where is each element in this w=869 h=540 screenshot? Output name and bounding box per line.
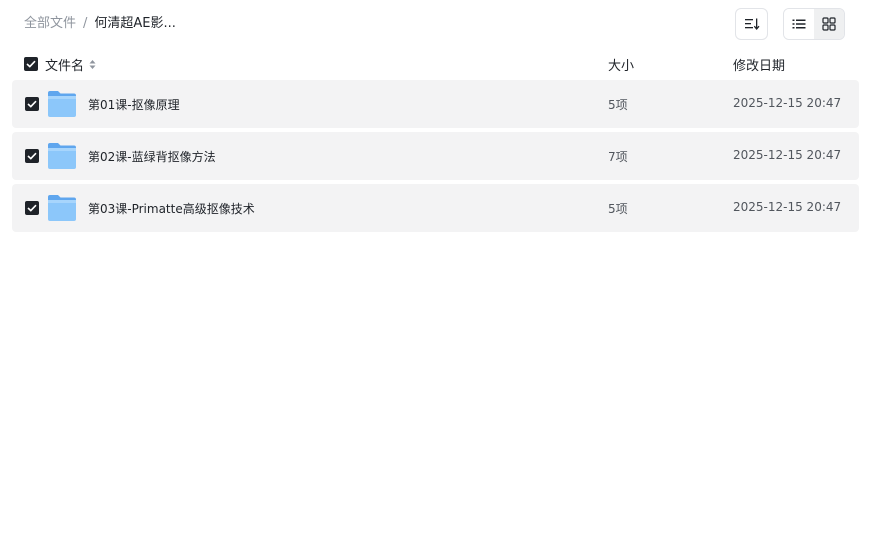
breadcrumb-root-link[interactable]: 全部文件 <box>24 15 76 33</box>
folder-icon <box>48 91 76 117</box>
folder-icon <box>48 143 76 169</box>
top-bar: 全部文件 / 何清超AE影... <box>0 0 869 48</box>
breadcrumb-separator: / <box>83 16 88 31</box>
file-size: 5项 <box>608 202 628 216</box>
folder-icon <box>48 195 76 221</box>
file-row[interactable]: 第02课-蓝绿背抠像方法 7项 2025-12-15 20:47 <box>12 132 859 180</box>
list-view-icon <box>792 19 806 29</box>
file-modified-date: 2025-12-15 20:47 <box>733 148 842 162</box>
name-column-header[interactable]: 文件名 <box>45 55 96 74</box>
file-row[interactable]: 第03课-Primatte高级抠像技术 5项 2025-12-15 20:47 <box>12 184 859 232</box>
file-row[interactable]: 第01课-抠像原理 5项 2025-12-15 20:47 <box>12 80 859 128</box>
view-toggle <box>783 8 845 40</box>
sort-icon <box>744 18 759 31</box>
file-size: 7项 <box>608 150 628 164</box>
file-name: 第02课-蓝绿背抠像方法 <box>88 150 216 164</box>
file-name: 第01课-抠像原理 <box>88 98 180 112</box>
sort-button[interactable] <box>735 8 768 40</box>
file-name: 第03课-Primatte高级抠像技术 <box>88 202 255 216</box>
row-checkbox[interactable] <box>25 201 39 215</box>
grid-view-button[interactable] <box>814 9 844 39</box>
file-modified-date: 2025-12-15 20:47 <box>733 200 842 214</box>
list-header: 文件名 大小 修改日期 <box>12 52 859 76</box>
checkmark-icon <box>26 60 36 68</box>
select-all-checkbox[interactable] <box>24 57 38 71</box>
size-column-header: 大小 <box>608 59 635 74</box>
file-size: 5项 <box>608 98 628 112</box>
checkmark-icon <box>27 100 37 108</box>
breadcrumb: 全部文件 / 何清超AE影... <box>24 15 176 33</box>
checkmark-icon <box>27 204 37 212</box>
date-column-header: 修改日期 <box>733 59 786 74</box>
file-modified-date: 2025-12-15 20:47 <box>733 96 842 110</box>
list-view-button[interactable] <box>784 9 814 39</box>
row-checkbox[interactable] <box>25 97 39 111</box>
name-column-label: 文件名 <box>45 59 85 74</box>
grid-view-icon <box>822 17 836 31</box>
sort-caret-icon <box>89 59 96 70</box>
row-checkbox[interactable] <box>25 149 39 163</box>
checkmark-icon <box>27 152 37 160</box>
file-list: 第01课-抠像原理 5项 2025-12-15 20:47 第02课-蓝绿背抠像… <box>12 80 859 236</box>
breadcrumb-current-folder: 何清超AE影... <box>94 16 176 31</box>
